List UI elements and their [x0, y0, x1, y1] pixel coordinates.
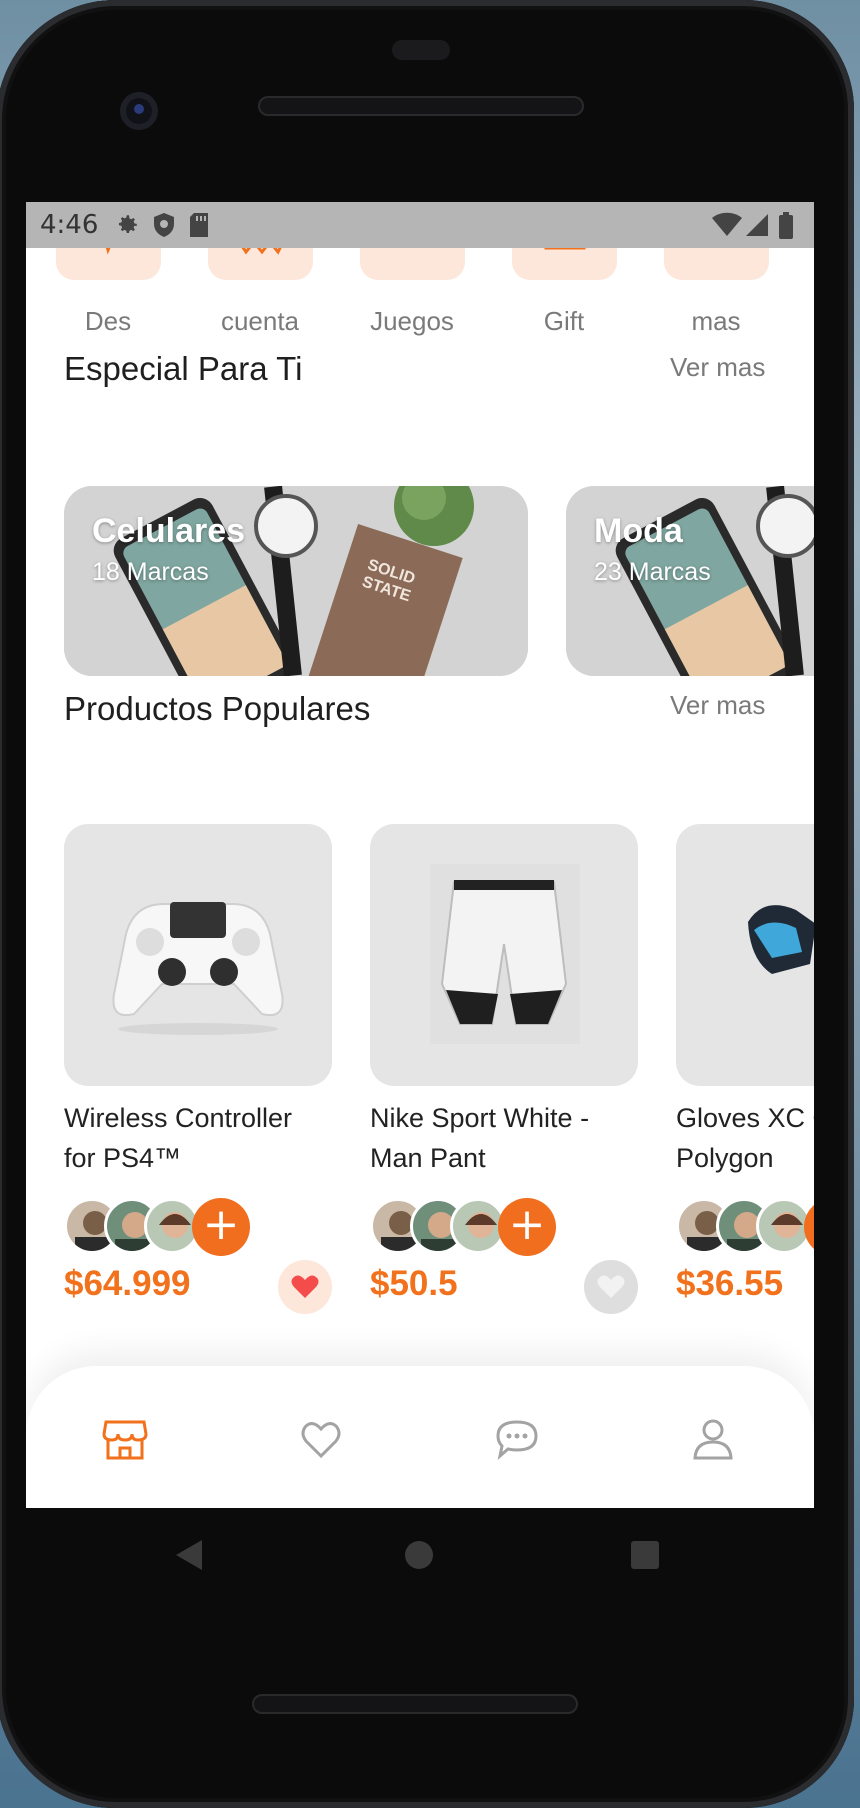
status-time: 4:46: [40, 210, 99, 240]
shorts-icon: [430, 864, 580, 1044]
home-icon[interactable]: [404, 1540, 434, 1570]
bottom-speaker: [252, 1694, 578, 1714]
heart-icon: [291, 1275, 319, 1298]
product-price: $64.999: [64, 1264, 191, 1303]
product-image-ps4-controller[interactable]: [64, 824, 332, 1086]
phone-frame: 4:46 Des cuenta Juegos Gift mas Especial…: [0, 0, 854, 1808]
heart-outline-icon[interactable]: [298, 1416, 344, 1462]
special-see-more-link[interactable]: Ver mas: [670, 352, 765, 383]
add-button[interactable]: +: [498, 1198, 556, 1256]
gloves-icon: [748, 905, 814, 974]
product-price: $36.55: [676, 1264, 784, 1303]
wifi-icon: [712, 212, 742, 236]
user-icon[interactable]: [690, 1416, 736, 1462]
top-speaker: [258, 96, 584, 116]
category-label: Gift: [543, 306, 585, 336]
category-label: Juegos: [370, 306, 454, 336]
product-name: Gloves XC Omega - Polygon: [676, 1103, 814, 1173]
buyers-avatars: +: [64, 1198, 264, 1256]
banner-title: Celulares: [92, 512, 246, 550]
shield-icon: [154, 213, 174, 237]
buyers-avatars: +: [370, 1198, 570, 1256]
system-navigation-bar: [26, 1508, 814, 1604]
banner-celulares[interactable]: SOLID STATE Celulares 18 Marcas: [64, 486, 528, 676]
controller-icon: [112, 902, 284, 1035]
category-label: mas: [691, 306, 741, 336]
product-image-gloves[interactable]: [676, 824, 814, 1086]
settings-icon: [118, 215, 137, 234]
category-label: Des: [84, 306, 132, 336]
signal-icon: [746, 214, 768, 236]
sd-card-icon: [190, 213, 208, 237]
front-camera: [120, 92, 158, 130]
status-bar: 4:46: [26, 202, 814, 248]
earpiece: [392, 40, 450, 60]
popular-see-more-link[interactable]: Ver mas: [670, 690, 765, 721]
product-image-nike-pant[interactable]: [370, 824, 638, 1086]
add-button[interactable]: +: [192, 1198, 250, 1256]
product-price: $50.5: [370, 1264, 458, 1303]
shop-icon[interactable]: [102, 1416, 148, 1462]
buyers-avatars: +: [676, 1198, 814, 1256]
heart-icon: [597, 1275, 625, 1298]
chat-icon[interactable]: [494, 1416, 540, 1462]
popular-section-title: Productos Populares: [64, 690, 371, 727]
add-button[interactable]: +: [804, 1198, 814, 1256]
back-icon[interactable]: [174, 1538, 204, 1572]
battery-icon: [779, 212, 793, 239]
banner-title: Moda: [594, 512, 683, 550]
banner-moda[interactable]: Moda 23 Marcas: [566, 486, 814, 676]
product-name: Wireless Controller for PS4™: [64, 1103, 293, 1173]
favorite-button[interactable]: [278, 1260, 332, 1314]
app-screen: 4:46 Des cuenta Juegos Gift mas Especial…: [26, 202, 814, 1508]
banner-subtitle: 18 Marcas: [92, 558, 209, 586]
bottom-navigation: [26, 1366, 814, 1508]
category-label: cuenta: [220, 306, 300, 336]
banner-subtitle: 23 Marcas: [594, 558, 711, 586]
recents-icon[interactable]: [630, 1540, 660, 1570]
special-section-title: Especial Para Ti: [64, 350, 303, 387]
product-name: Nike Sport White - Man Pant: [370, 1103, 590, 1173]
favorite-button[interactable]: [584, 1260, 638, 1314]
